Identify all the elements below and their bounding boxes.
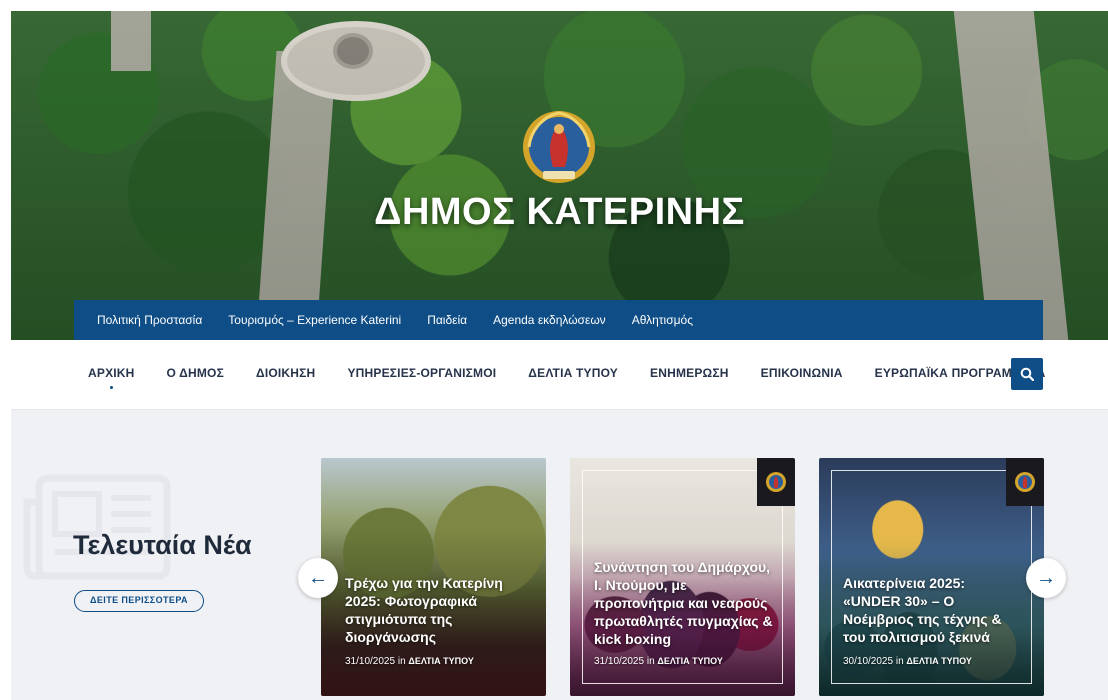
news-card-title[interactable]: Αικατερίνεια 2025: «UNDER 30» – Ο Νοέμβρ…: [843, 574, 1026, 646]
secondary-nav: Πολιτική Προστασία Τουρισμός – Experienc…: [74, 300, 1043, 340]
search-button[interactable]: [1011, 358, 1043, 390]
emblem-small-icon: [1015, 472, 1035, 492]
news-card-in: in: [895, 656, 904, 667]
municipality-badge: [1006, 458, 1044, 506]
newspaper-icon: [23, 474, 171, 580]
news-card-meta: 30/10/2025 in ΔΕΛΤΙΑ ΤΥΠΟΥ: [843, 656, 972, 667]
topbar-link-tourism[interactable]: Τουρισμός – Experience Katerini: [228, 313, 401, 327]
topbar-link-education[interactable]: Παιδεία: [427, 313, 467, 327]
site-title[interactable]: ΔΗΜΟΣ ΚΑΤΕΡΙΝΗΣ: [11, 191, 1108, 234]
news-card-in: in: [397, 656, 406, 667]
nav-item-press-releases[interactable]: ΔΕΛΤΙΑ ΤΥΠΟΥ: [528, 366, 618, 380]
topbar-link-sports[interactable]: Αθλητισμός: [632, 313, 693, 327]
main-nav: ΑΡΧΙΚΗ Ο ΔΗΜΟΣ ΔΙΟΙΚΗΣΗ ΥΠΗΡΕΣΙΕΣ-ΟΡΓΑΝΙ…: [11, 340, 1108, 410]
news-card-category[interactable]: ΔΕΛΤΙΑ ΤΥΠΟΥ: [906, 656, 971, 666]
municipality-badge: [757, 458, 795, 506]
news-card-category[interactable]: ΔΕΛΤΙΑ ΤΥΠΟΥ: [657, 656, 722, 666]
latest-news-section: Τελευταία Νέα ΔΕΙΤΕ ΠΕΡΙΣΣΟΤΕΡΑ Τρέχω γι…: [11, 410, 1108, 700]
news-card-title[interactable]: Τρέχω για την Κατερίνη 2025: Φωτογραφικά…: [345, 574, 528, 646]
news-card-meta: 31/10/2025 in ΔΕΛΤΙΑ ΤΥΠΟΥ: [594, 656, 723, 667]
carousel-next-arrow-icon[interactable]: →: [1026, 558, 1066, 598]
news-card-meta: 31/10/2025 in ΔΕΛΤΙΑ ΤΥΠΟΥ: [345, 656, 474, 667]
nav-item-municipality[interactable]: Ο ΔΗΜΟΣ: [167, 366, 224, 380]
topbar-link-agenda[interactable]: Agenda εκδηλώσεων: [493, 313, 606, 327]
search-icon: [1020, 367, 1034, 381]
news-card-category[interactable]: ΔΕΛΤΙΑ ΤΥΠΟΥ: [408, 656, 473, 666]
hero-banner: ΔΗΜΟΣ ΚΑΤΕΡΙΝΗΣ: [11, 11, 1108, 340]
nav-item-administration[interactable]: ΔΙΟΙΚΗΣΗ: [256, 366, 315, 380]
news-card-in: in: [646, 656, 655, 667]
nav-item-label: ΑΡΧΙΚΗ: [88, 366, 135, 380]
news-card[interactable]: Αικατερίνεια 2025: «UNDER 30» – Ο Νοέμβρ…: [819, 458, 1044, 696]
news-card-title[interactable]: Συνάντηση του Δημάρχου, Ι. Ντούμου, με π…: [594, 558, 777, 648]
news-card[interactable]: Συνάντηση του Δημάρχου, Ι. Ντούμου, με π…: [570, 458, 795, 696]
municipality-emblem-icon[interactable]: [519, 107, 599, 187]
emblem-small-icon: [766, 472, 786, 492]
news-card-date: 31/10/2025: [594, 656, 645, 667]
active-indicator: [109, 386, 113, 389]
nav-item-news[interactable]: ΕΝΗΜΕΡΩΣΗ: [650, 366, 729, 380]
topbar-link-civil-protection[interactable]: Πολιτική Προστασία: [97, 313, 202, 327]
nav-item-contact[interactable]: ΕΠΙΚΟΙΝΩΝΙΑ: [761, 366, 843, 380]
news-card-date: 31/10/2025: [345, 656, 396, 667]
nav-item-home[interactable]: ΑΡΧΙΚΗ: [88, 366, 135, 389]
section-title: Τελευταία Νέα: [73, 530, 252, 560]
news-card[interactable]: Τρέχω για την Κατερίνη 2025: Φωτογραφικά…: [321, 458, 546, 696]
nav-item-services[interactable]: ΥΠΗΡΕΣΙΕΣ-ΟΡΓΑΝΙΣΜΟΙ: [347, 366, 496, 380]
news-card-date: 30/10/2025: [843, 656, 894, 667]
see-more-button[interactable]: ΔΕΙΤΕ ΠΕΡΙΣΣΟΤΕΡΑ: [74, 590, 204, 612]
carousel-prev-arrow-icon[interactable]: ←: [298, 558, 338, 598]
